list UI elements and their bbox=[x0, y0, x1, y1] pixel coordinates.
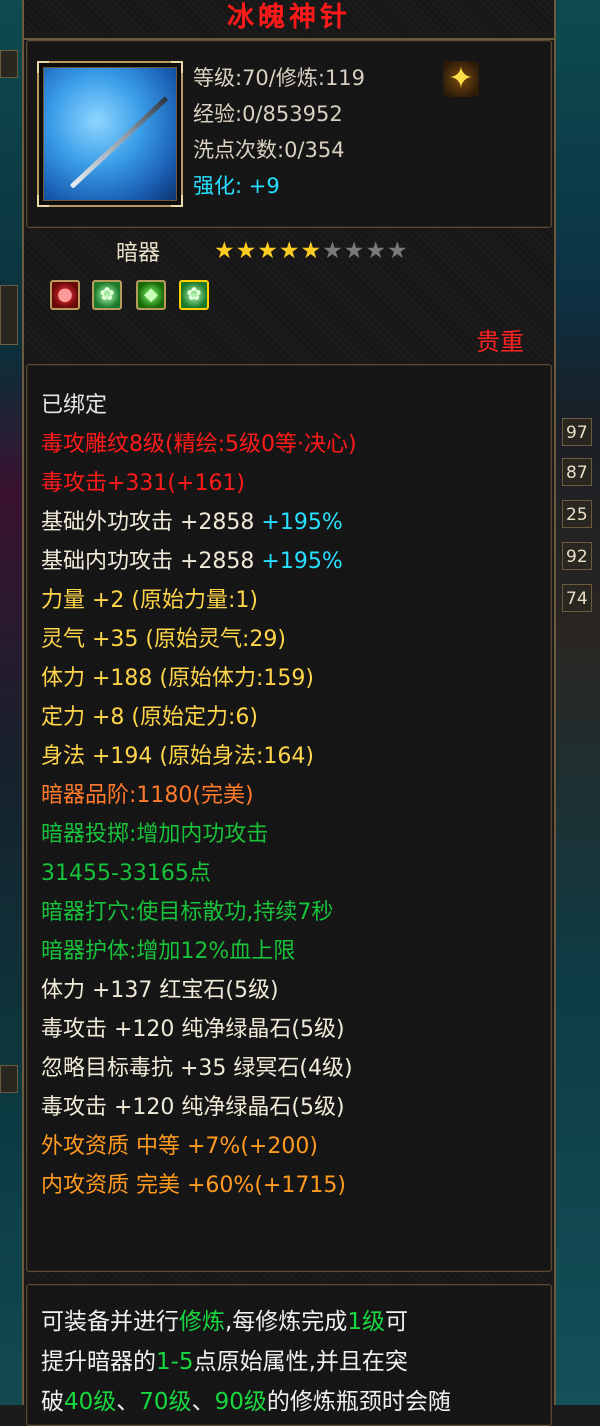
experience-line: 经验:0/853952 bbox=[193, 102, 343, 126]
background-right bbox=[556, 0, 600, 1405]
description-line: 破40级、70级、90级的修炼瓶颈时会随 bbox=[41, 1389, 451, 1415]
sparkle-icon[interactable]: ✦ bbox=[443, 61, 479, 97]
rarity-label: 贵重 bbox=[476, 328, 524, 356]
enhance-label: 强化: bbox=[193, 174, 243, 198]
reset-count-line: 洗点次数:0/354 bbox=[193, 138, 345, 162]
external-attack-percent: +195% bbox=[254, 510, 343, 535]
star-empty-icon: ★ bbox=[365, 238, 387, 264]
internal-attack-line: 基础内功攻击 +2858 +195% bbox=[41, 547, 343, 577]
internal-attack-percent: +195% bbox=[254, 549, 343, 574]
side-number: 97 bbox=[562, 418, 592, 446]
star-filled-icon: ★ bbox=[214, 238, 236, 264]
poison-attack-line: 毒攻击+331(+161) bbox=[41, 471, 246, 496]
red-gem-icon[interactable]: ● bbox=[50, 280, 80, 310]
gem-stat-line: 体力 +137 红宝石(5级) bbox=[41, 978, 279, 1003]
star-empty-icon: ★ bbox=[343, 238, 366, 264]
carving-line: 毒攻雕纹8级(精绘:5级0等·决心) bbox=[41, 432, 357, 457]
star-filled-icon: ★ bbox=[300, 238, 323, 264]
focus-line: 定力 +8 (原始定力:6) bbox=[41, 705, 258, 730]
star-rating: ★★★★★★★★★ bbox=[214, 238, 409, 264]
star-empty-icon: ★ bbox=[322, 238, 344, 264]
item-stats-section: 已绑定 毒攻雕纹8级(精绘:5级0等·决心) 毒攻击+331(+161) 基础外… bbox=[26, 364, 552, 1272]
item-type: 暗器 bbox=[116, 241, 161, 266]
guard-line: 暗器护体:增加12%血上限 bbox=[41, 939, 296, 964]
needle-icon bbox=[43, 67, 177, 201]
left-tab[interactable] bbox=[0, 285, 18, 345]
internal-attack-label: 基础内功攻击 +2858 bbox=[41, 549, 255, 574]
gem-stat-line: 毒攻击 +120 纯净绿晶石(5级) bbox=[41, 1095, 345, 1120]
internal-quality-line: 内攻资质 完美 +60%(+1715) bbox=[41, 1173, 346, 1198]
item-tooltip: 冰魄神针 等级:70/修炼:119 ✦ 经验:0/853952 洗点次数:0/3… bbox=[22, 0, 556, 1426]
grade-line: 暗器品阶:1180(完美) bbox=[41, 783, 254, 808]
side-number: 25 bbox=[562, 500, 592, 528]
throw-range-line: 31455-33165点 bbox=[41, 861, 211, 886]
green-leaf-gem-icon[interactable]: ◆ bbox=[136, 280, 166, 310]
star-filled-icon: ★ bbox=[257, 238, 279, 264]
star-filled-icon: ★ bbox=[278, 238, 301, 264]
level-line: 等级:70/修炼:119 bbox=[193, 66, 366, 90]
external-attack-label: 基础外功攻击 +2858 bbox=[41, 510, 255, 535]
gem-stat-line: 忽略目标毒抗 +35 绿冥石(4级) bbox=[41, 1056, 353, 1081]
background-left bbox=[0, 0, 22, 1405]
enhance-value: +9 bbox=[242, 174, 280, 198]
item-header-section: 等级:70/修炼:119 ✦ 经验:0/853952 洗点次数:0/354 强化… bbox=[26, 40, 552, 228]
left-tab[interactable] bbox=[0, 1065, 18, 1093]
description-line: 提升暗器的1-5点原始属性,并且在突 bbox=[41, 1349, 408, 1375]
throw-line: 暗器投掷:增加内功攻击 bbox=[41, 822, 269, 847]
spirit-line: 灵气 +35 (原始灵气:29) bbox=[41, 627, 286, 652]
side-number: 87 bbox=[562, 458, 592, 486]
enhance-line: 强化: +9 bbox=[193, 171, 280, 201]
acupoint-line: 暗器打穴:使目标散功,持续7秒 bbox=[41, 900, 334, 925]
item-icon-frame bbox=[37, 61, 183, 207]
bound-status: 已绑定 bbox=[41, 393, 108, 418]
external-quality-line: 外攻资质 中等 +7%(+200) bbox=[41, 1134, 318, 1159]
star-empty-icon: ★ bbox=[387, 238, 409, 264]
vitality-line: 体力 +188 (原始体力:159) bbox=[41, 666, 314, 691]
agility-line: 身法 +194 (原始身法:164) bbox=[41, 744, 314, 769]
gem-stat-line: 毒攻击 +120 纯净绿晶石(5级) bbox=[41, 1017, 345, 1042]
star-filled-icon: ★ bbox=[235, 238, 258, 264]
left-tab[interactable] bbox=[0, 50, 18, 78]
external-attack-line: 基础外功攻击 +2858 +195% bbox=[41, 508, 343, 538]
item-title: 冰魄神针 bbox=[24, 0, 554, 40]
strength-line: 力量 +2 (原始力量:1) bbox=[41, 588, 258, 613]
side-number: 92 bbox=[562, 542, 592, 570]
gold-green-gem-icon[interactable]: ✿ bbox=[179, 280, 209, 310]
side-number: 74 bbox=[562, 584, 592, 612]
green-gem-icon[interactable]: ✿ bbox=[92, 280, 122, 310]
description-line: 可装备并进行修炼,每修炼完成1级可 bbox=[41, 1309, 408, 1335]
